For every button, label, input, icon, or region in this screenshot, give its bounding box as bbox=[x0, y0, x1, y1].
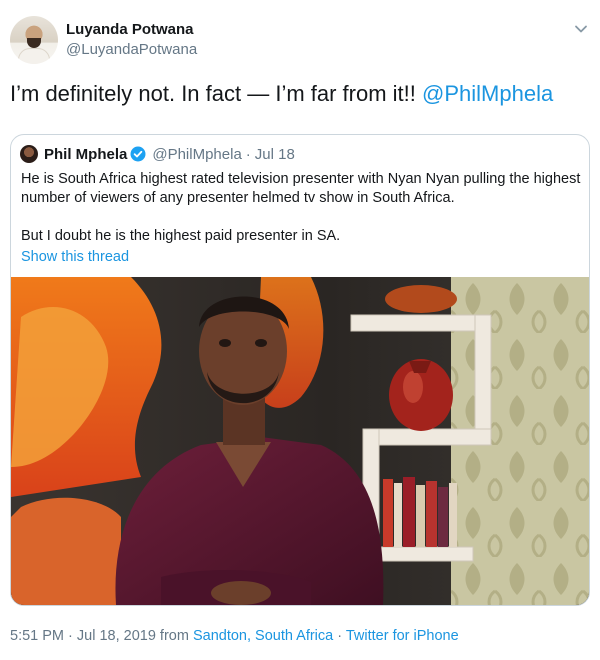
tweet-timestamp[interactable]: 5:51 PM · Jul 18, 2019 from bbox=[10, 628, 193, 644]
tweet-text-body: I’m definitely not. In fact — I’m far fr… bbox=[10, 81, 423, 106]
author-name[interactable]: Luyanda Potwana bbox=[66, 20, 197, 39]
author-handle[interactable]: @LuyandaPotwana bbox=[66, 40, 197, 59]
mention-link[interactable]: @PhilMphela bbox=[422, 81, 553, 106]
footer-separator: · bbox=[333, 628, 346, 644]
verified-badge-icon bbox=[130, 146, 146, 162]
author-info: Luyanda Potwana @LuyandaPotwana bbox=[66, 20, 197, 59]
quoted-tweet-photo[interactable] bbox=[11, 277, 589, 605]
quoted-paragraph: But I doubt he is the highest paid prese… bbox=[21, 228, 341, 244]
quoted-tweet[interactable]: Phil Mphela @PhilMphela · Jul 18 He is S… bbox=[10, 134, 590, 606]
author-avatar[interactable] bbox=[10, 16, 58, 64]
quoted-paragraph: He is South Africa highest rated televis… bbox=[21, 171, 581, 206]
chevron-down-icon[interactable] bbox=[574, 22, 588, 36]
show-thread-link[interactable]: Show this thread bbox=[21, 249, 129, 265]
separator-dot: · bbox=[245, 145, 251, 163]
quoted-tweet-header: Phil Mphela @PhilMphela · Jul 18 bbox=[20, 144, 295, 164]
quoted-author-handle[interactable]: @PhilMphela bbox=[152, 146, 241, 163]
quoted-tweet-date[interactable]: Jul 18 bbox=[255, 146, 295, 163]
source-link[interactable]: Twitter for iPhone bbox=[346, 628, 459, 644]
tweet-text: I’m definitely not. In fact — I’m far fr… bbox=[10, 80, 590, 108]
tweet-footer: 5:51 PM · Jul 18, 2019 from Sandton, Sou… bbox=[10, 628, 459, 644]
tweet-card: Luyanda Potwana @LuyandaPotwana I’m defi… bbox=[0, 0, 600, 660]
quoted-author-avatar[interactable] bbox=[20, 145, 38, 163]
location-link[interactable]: Sandton, South Africa bbox=[193, 628, 333, 644]
quoted-author-name[interactable]: Phil Mphela bbox=[44, 146, 127, 163]
